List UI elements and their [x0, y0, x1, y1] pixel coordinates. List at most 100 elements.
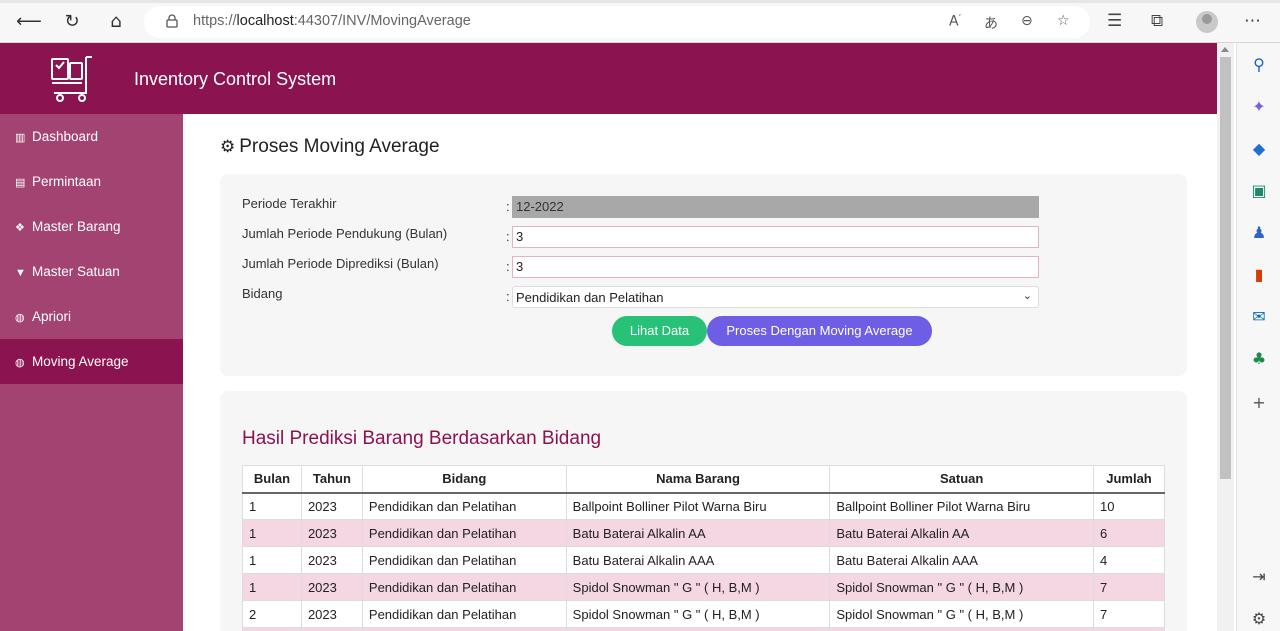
- add-favorite-icon[interactable]: ☆: [1057, 13, 1070, 29]
- read-aloud-icon[interactable]: Aʼ: [949, 13, 961, 30]
- column-header[interactable]: Bulan: [242, 465, 302, 494]
- home-icon[interactable]: ⌂: [104, 10, 128, 34]
- bidang-select[interactable]: Pendidikan dan Pelatihan ⌄: [512, 286, 1039, 308]
- zoom-out-icon[interactable]: ⊖: [1021, 13, 1033, 29]
- form-card: Periode Terakhir : 12-2022 Jumlah Period…: [220, 174, 1187, 376]
- column-header[interactable]: Tahun: [300, 465, 363, 494]
- table-cell: Pendidikan dan Pelatihan: [361, 573, 567, 601]
- column-header[interactable]: Jumlah: [1092, 465, 1166, 494]
- copilot-icon[interactable]: ✦: [1249, 97, 1269, 117]
- colon: :: [506, 229, 510, 244]
- bar-chart-icon: ▥: [15, 132, 26, 144]
- favorites-icon[interactable]: ☰: [1107, 11, 1122, 31]
- table-cell: Spidol Snowman " G " ( H, B,M ): [829, 573, 1094, 601]
- browser-side-panel: ⚲ ✦ ◆ ▣ ♟ ▮ ✉ ♣ + ⇥ ⚙: [1236, 43, 1280, 631]
- table-cell: Batu Baterai Alkalin AAA: [829, 546, 1094, 574]
- table-cell: Batu Baterai Alkalin AA: [829, 519, 1094, 547]
- table-cell: Batu Baterai Alkalin AA: [565, 519, 831, 547]
- sidebar-item-master-barang[interactable]: ❖ Master Barang: [0, 204, 183, 249]
- table-cell: Spidol Snowman " G " ( H, B,M ): [829, 600, 1094, 628]
- globe-icon: ◍: [15, 312, 25, 324]
- table-cell: 1: [242, 519, 302, 547]
- table-cell: Spidol Snowman " G " ( H, B,M ): [565, 600, 831, 628]
- tab-strip: [0, 0, 1280, 3]
- sidebar-item-label: Apriori: [32, 309, 72, 324]
- sidebar-item-dashboard[interactable]: ▥ Dashboard: [0, 114, 183, 159]
- lock-icon: [166, 14, 178, 28]
- shopping-tag-icon[interactable]: ◆: [1249, 139, 1269, 159]
- table-row: [242, 627, 1166, 631]
- cubes-icon: ❖: [15, 222, 25, 234]
- sidebar-item-label: Master Satuan: [32, 264, 120, 279]
- periode-diprediksi-label: Jumlah Periode Diprediksi (Bulan): [242, 256, 439, 271]
- periode-pendukung-input[interactable]: 3: [512, 226, 1039, 248]
- book-icon: ▤: [15, 177, 26, 189]
- proses-moving-average-button[interactable]: Proses Dengan Moving Average: [707, 316, 932, 346]
- globe-icon: ◍: [15, 357, 25, 369]
- table-cell: 6: [1092, 519, 1166, 547]
- main-content: ⚙ Proses Moving Average Periode Terakhir …: [183, 114, 1217, 631]
- table-cell: Ballpoint Bolliner Pilot Warna Biru: [565, 492, 831, 520]
- app-title: Inventory Control System: [134, 69, 337, 89]
- app-header: Inventory Control System: [0, 43, 1217, 114]
- hide-sidebar-icon[interactable]: ⇥: [1249, 567, 1269, 587]
- table-cell: 2023: [300, 492, 363, 520]
- sidebar-item-label: Master Barang: [32, 219, 121, 234]
- translate-icon[interactable]: あ: [984, 13, 998, 33]
- filter-icon: ▼: [15, 267, 26, 279]
- sidebar-item-master-satuan[interactable]: ▼ Master Satuan: [0, 249, 183, 294]
- bidang-label: Bidang: [242, 286, 283, 301]
- inventory-cart-logo-icon: [51, 56, 92, 102]
- tree-icon[interactable]: ♣: [1249, 349, 1269, 369]
- table-header-row: Bulan Tahun Bidang Nama Barang Satuan Ju…: [242, 465, 1166, 494]
- table-row: 1 2023 Pendidikan dan Pelatihan Batu Bat…: [242, 519, 1166, 547]
- column-header[interactable]: Bidang: [361, 465, 567, 494]
- tools-icon[interactable]: ▣: [1249, 181, 1269, 201]
- table-cell: 2023: [300, 573, 363, 601]
- table-row: 1 2023 Pendidikan dan Pelatihan Ballpoin…: [242, 492, 1166, 520]
- search-icon[interactable]: ⚲: [1249, 55, 1269, 75]
- result-card: Hasil Prediksi Barang Berdasarkan Bidang…: [220, 391, 1187, 631]
- table-cell: 2: [242, 600, 302, 628]
- colon: :: [506, 289, 510, 304]
- table-cell: Spidol Snowman " G " ( H, B,M ): [565, 573, 831, 601]
- lihat-data-button[interactable]: Lihat Data: [612, 316, 707, 346]
- column-header[interactable]: Satuan: [829, 465, 1094, 494]
- sidebar-item-label: Moving Average: [32, 354, 129, 369]
- refresh-icon[interactable]: ↻: [60, 10, 84, 34]
- scroll-up-arrow-icon[interactable]: [1221, 47, 1229, 52]
- table-cell: Pendidikan dan Pelatihan: [361, 492, 567, 520]
- sidebar-item-moving-average[interactable]: ◍ Moving Average: [0, 339, 183, 384]
- result-table: Bulan Tahun Bidang Nama Barang Satuan Ju…: [242, 465, 1166, 631]
- table-cell: 2023: [300, 519, 363, 547]
- settings-icon[interactable]: ⚙: [1249, 609, 1269, 629]
- sidebar-item-label: Permintaan: [32, 174, 102, 189]
- profile-avatar[interactable]: [1196, 11, 1218, 33]
- outlook-icon[interactable]: ✉: [1249, 307, 1269, 327]
- result-title: Hasil Prediksi Barang Berdasarkan Bidang: [242, 428, 602, 449]
- office-icon[interactable]: ▮: [1249, 265, 1269, 285]
- back-arrow-icon[interactable]: ⟵: [16, 10, 42, 34]
- add-icon[interactable]: +: [1249, 393, 1269, 413]
- url-text: https://localhost:44307/INV/MovingAverag…: [193, 13, 471, 29]
- colon: :: [506, 199, 510, 214]
- page-title: ⚙ Proses Moving Average: [220, 136, 440, 157]
- column-header[interactable]: Nama Barang: [565, 465, 831, 494]
- more-options-icon[interactable]: ⋯: [1244, 11, 1261, 31]
- scrollbar-thumb[interactable]: [1220, 57, 1231, 479]
- periode-pendukung-label: Jumlah Periode Pendukung (Bulan): [242, 226, 448, 241]
- table-cell: 1: [242, 546, 302, 574]
- address-bar[interactable]: https://localhost:44307/INV/MovingAverag…: [144, 6, 1090, 38]
- table-cell: 10: [1092, 492, 1166, 520]
- periode-diprediksi-input[interactable]: 3: [512, 256, 1039, 278]
- app-sidebar: ▥ Dashboard ▤ Permintaan ❖ Master Barang ▼ M…: [0, 114, 183, 631]
- sidebar-item-apriori[interactable]: ◍ Apriori: [0, 294, 183, 339]
- periode-terakhir-label: Periode Terakhir: [242, 196, 337, 211]
- table-cell: Pendidikan dan Pelatihan: [361, 546, 567, 574]
- games-icon[interactable]: ♟: [1249, 223, 1269, 243]
- table-row: 2 2023 Pendidikan dan Pelatihan Spidol S…: [242, 600, 1166, 628]
- table-cell: Ballpoint Bolliner Pilot Warna Biru: [829, 492, 1094, 520]
- page-scrollbar[interactable]: [1217, 43, 1234, 631]
- collections-icon[interactable]: ⧉: [1151, 11, 1163, 31]
- sidebar-item-permintaan[interactable]: ▤ Permintaan: [0, 159, 183, 204]
